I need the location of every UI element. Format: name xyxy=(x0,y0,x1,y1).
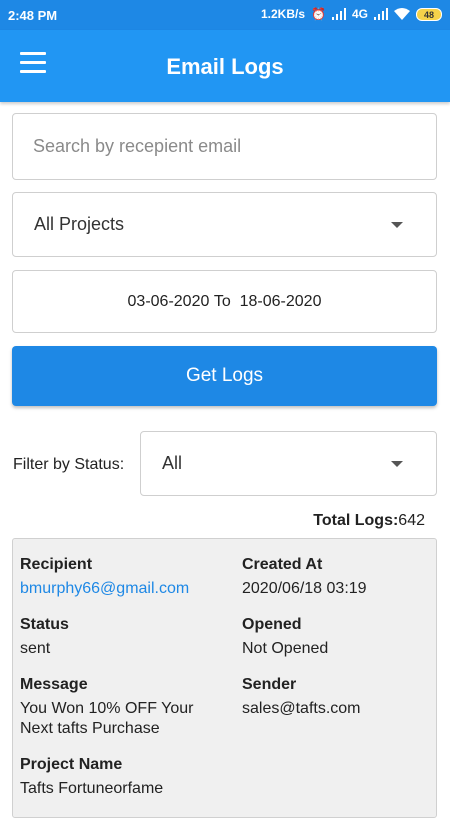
network-type: 4G xyxy=(351,7,368,21)
opened-cell: Opened Not Opened xyxy=(242,615,432,659)
chevron-down-icon xyxy=(391,221,403,228)
get-logs-button[interactable]: Get Logs xyxy=(12,346,437,406)
date-to: 18-06-2020 xyxy=(239,292,322,310)
total-logs-label: Total Logs: xyxy=(313,512,399,529)
date-from: 03-06-2020 xyxy=(127,292,210,310)
search-input[interactable] xyxy=(13,114,436,179)
signal-icon-2 xyxy=(374,8,388,20)
status-label: Status xyxy=(20,616,69,633)
recipient-cell: Recipient bmurphy66@gmail.com xyxy=(20,555,230,599)
status-filter-select[interactable]: All xyxy=(140,431,437,496)
total-logs: Total Logs:642 xyxy=(313,512,425,530)
created-at-value: 2020/06/18 03:19 xyxy=(242,580,367,597)
opened-label: Opened xyxy=(242,616,302,633)
filter-status-label: Filter by Status: xyxy=(13,456,125,473)
log-card[interactable]: Recipient bmurphy66@gmail.com Created At… xyxy=(12,538,437,818)
recipient-email-link[interactable]: bmurphy66@gmail.com xyxy=(20,579,230,599)
signal-icon xyxy=(331,8,346,20)
message-value: You Won 10% OFF Your Next tafts Purchase xyxy=(20,700,194,737)
project-select[interactable]: All Projects xyxy=(12,192,437,257)
sender-label: Sender xyxy=(242,676,297,693)
opened-value: Not Opened xyxy=(242,640,329,657)
app-bar: Email Logs xyxy=(0,30,450,102)
status-cell: Status sent xyxy=(20,615,230,659)
sender-cell: Sender sales@tafts.com xyxy=(242,675,432,719)
sender-value: sales@tafts.com xyxy=(242,700,361,717)
project-select-value: All Projects xyxy=(34,214,125,234)
total-logs-value: 642 xyxy=(398,512,425,529)
status-bar: 2:48 PM 1.2KB/s ⏰ 4G 48 xyxy=(0,0,450,30)
chevron-down-icon xyxy=(391,460,403,467)
date-range-picker[interactable]: 03-06-2020 To 18-06-2020 xyxy=(12,270,437,333)
network-speed: 1.2KB/s xyxy=(261,7,306,21)
message-cell: Message You Won 10% OFF Your Next tafts … xyxy=(20,675,220,739)
alarm-icon: ⏰ xyxy=(311,7,326,21)
created-at-label: Created At xyxy=(242,556,323,573)
status-filter-value: All xyxy=(162,453,183,473)
created-at-cell: Created At 2020/06/18 03:19 xyxy=(242,555,432,599)
battery-icon: 48 xyxy=(416,7,442,21)
project-cell: Project Name Tafts Fortuneorfame xyxy=(20,755,230,799)
recipient-label: Recipient xyxy=(20,556,93,573)
status-value: sent xyxy=(20,640,51,657)
wifi-icon xyxy=(394,8,410,20)
status-time: 2:48 PM xyxy=(8,8,58,23)
project-value: Tafts Fortuneorfame xyxy=(20,780,164,797)
message-label: Message xyxy=(20,676,88,693)
page-title: Email Logs xyxy=(166,54,284,79)
date-separator: To xyxy=(213,292,231,310)
status-icons: 1.2KB/s ⏰ 4G 48 xyxy=(261,7,442,21)
search-box xyxy=(12,113,437,180)
project-label: Project Name xyxy=(20,756,123,773)
